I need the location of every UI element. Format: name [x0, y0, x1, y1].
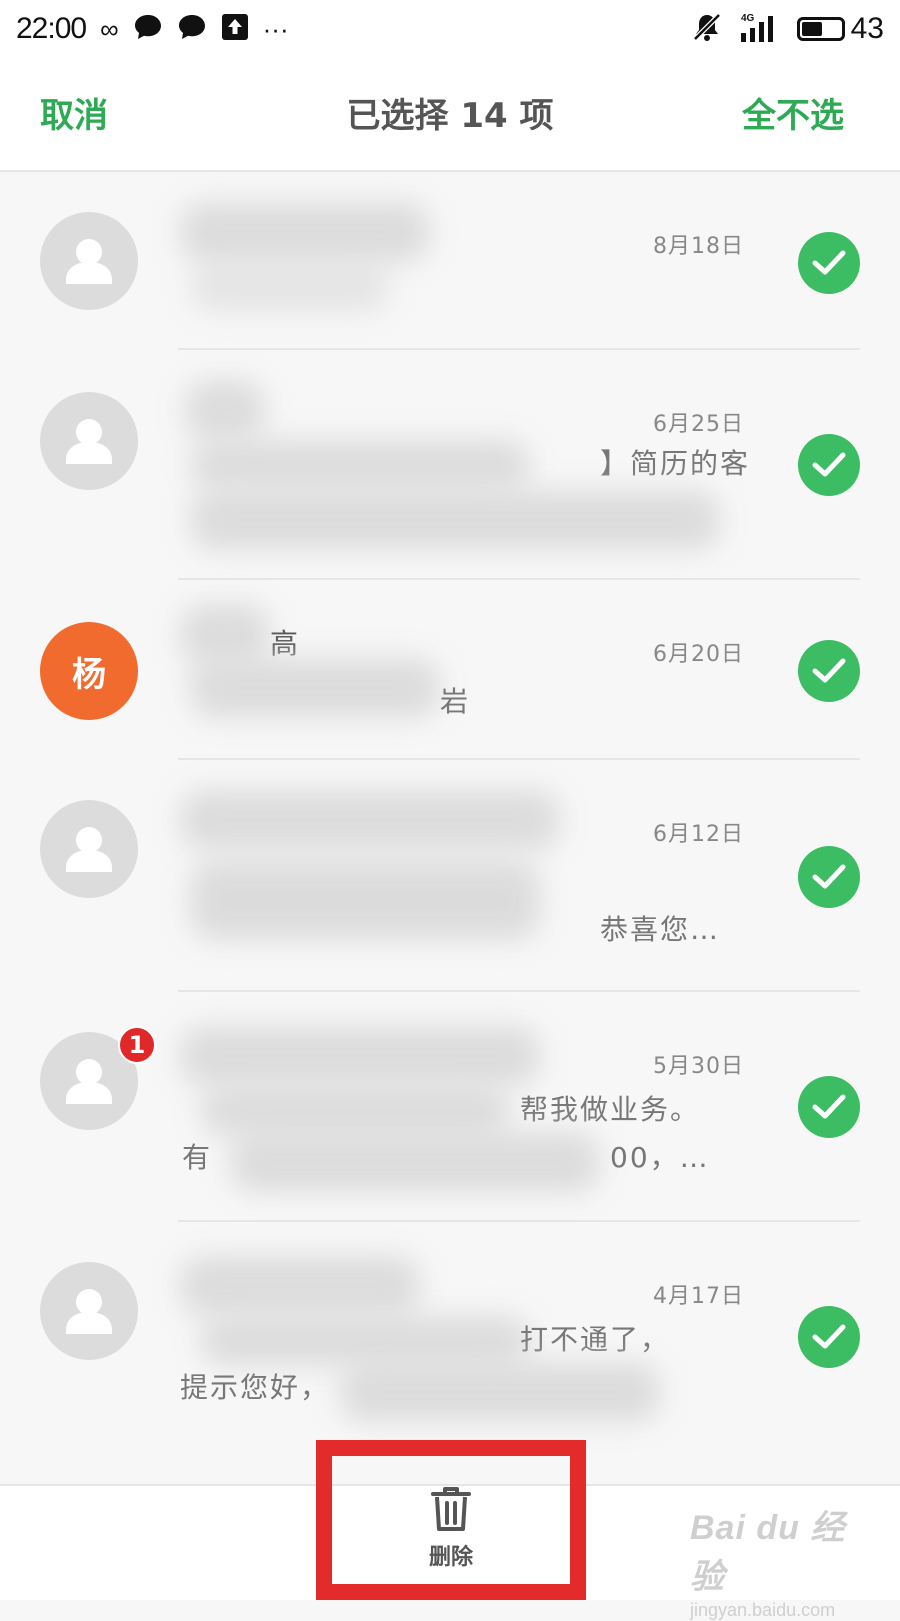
trash-icon [431, 1487, 471, 1531]
selected-check-icon[interactable] [798, 1306, 860, 1368]
contact-name: 高 [270, 627, 301, 660]
message-date: 6月25日 [653, 412, 744, 437]
list-item[interactable]: 打不通了， 提示您好， 4月17日 [0, 1222, 900, 1452]
status-time: 22:00 [16, 12, 87, 45]
upload-icon [221, 13, 249, 46]
redacted-preview [190, 860, 540, 940]
watermark-brand: Bai du 经验 [690, 1509, 846, 1596]
list-item[interactable]: 】简历的客 6月25日 [0, 350, 900, 580]
more-dots-icon: ··· [262, 14, 289, 44]
selected-check-icon[interactable] [798, 846, 860, 908]
avatar [40, 212, 138, 310]
delete-label: 删除 [428, 1545, 473, 1570]
redacted-preview [200, 1086, 510, 1136]
battery-indicator: 43 [796, 12, 884, 46]
message-preview-line2-end: 00，… [610, 1141, 710, 1174]
message-preview-line2: 提示您好， [180, 1371, 331, 1404]
avatar [40, 1262, 138, 1360]
redacted-preview [340, 1362, 660, 1422]
selected-check-icon[interactable] [798, 232, 860, 294]
message-preview: 打不通了， [520, 1323, 671, 1356]
redacted-name [180, 202, 430, 262]
message-preview: 恭喜您… [600, 913, 721, 946]
signal-icon: 4G [737, 11, 783, 48]
watermark: Bai du 经验 jingyan.baidu.com [690, 1500, 870, 1620]
message-preview: 帮我做业务。 [520, 1093, 701, 1126]
message-preview: 】简历的客 [600, 447, 751, 480]
message-date: 6月12日 [653, 822, 744, 847]
selected-check-icon[interactable] [798, 1076, 860, 1138]
avatar [40, 800, 138, 898]
deselect-all-button[interactable]: 全不选 [742, 88, 844, 137]
selection-header: 取消 已选择 14 项 全不选 [0, 58, 900, 172]
selected-check-icon[interactable] [798, 434, 860, 496]
redacted-preview [190, 490, 720, 550]
unread-badge: 1 [118, 1026, 156, 1064]
redacted-preview [200, 1316, 530, 1366]
message-date: 6月20日 [653, 642, 744, 667]
redacted-name [180, 790, 560, 850]
list-item[interactable]: 恭喜您… 6月12日 [0, 760, 900, 992]
redacted-preview [190, 440, 530, 490]
status-bar: 22:00 ∞ ··· 4G 43 [0, 0, 900, 58]
chat-bubble-icon [177, 13, 207, 46]
status-right: 4G 43 [691, 11, 884, 48]
delete-button[interactable]: 删除 [332, 1456, 570, 1600]
message-date: 4月17日 [653, 1284, 744, 1309]
mute-icon [691, 12, 723, 47]
chat-bubble-icon [133, 13, 163, 46]
person-icon [66, 419, 112, 464]
redacted-name [180, 604, 270, 664]
message-preview-line2: 有 [182, 1141, 213, 1174]
message-preview: 岩 [440, 685, 471, 718]
redacted-preview [230, 1132, 600, 1192]
avatar [40, 392, 138, 490]
message-date: 8月18日 [653, 234, 744, 259]
watermark-url: jingyan.baidu.com [690, 1600, 836, 1620]
signal-label: 4G [741, 13, 755, 24]
message-date: 5月30日 [653, 1054, 744, 1079]
infinity-icon: ∞ [100, 14, 119, 44]
redacted-preview [190, 262, 390, 312]
redacted-preview [190, 658, 440, 718]
list-item[interactable]: 1 帮我做业务。 有 00，… 5月30日 [0, 992, 900, 1222]
list-item[interactable]: 杨 高 岩 6月20日 [0, 580, 900, 760]
list-item[interactable]: 8月18日 [0, 172, 900, 350]
avatar: 杨 [40, 622, 138, 720]
person-icon [66, 1289, 112, 1334]
redacted-name [180, 1026, 540, 1086]
person-icon [66, 239, 112, 284]
battery-level: 43 [850, 12, 884, 45]
status-left: 22:00 ∞ ··· [16, 12, 289, 46]
person-icon [66, 827, 112, 872]
redacted-name [185, 380, 265, 440]
redacted-name [180, 1256, 420, 1316]
battery-icon [796, 17, 845, 41]
selected-check-icon[interactable] [798, 640, 860, 702]
